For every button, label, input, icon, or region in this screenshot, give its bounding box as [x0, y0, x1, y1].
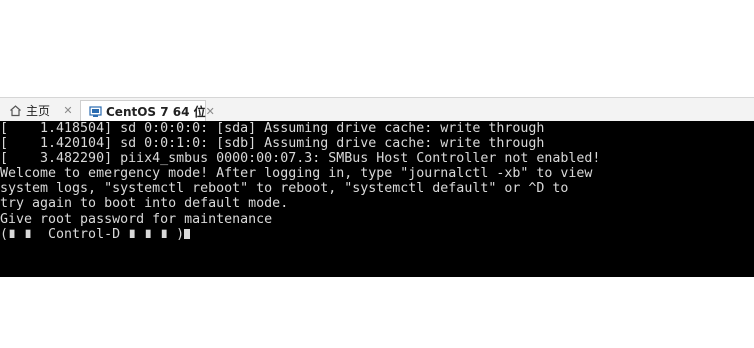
console-line: [ 3.482290] piix4_smbus 0000:00:07.3: SM…	[0, 151, 601, 167]
console-line: [ 1.420104] sd 0:0:1:0: [sdb] Assuming d…	[0, 136, 545, 152]
console-prompt: (∎ ∎ Control-D ∎ ∎ ∎ )	[0, 226, 185, 242]
close-icon[interactable]: ✕	[206, 105, 215, 118]
vm-console-screen[interactable]: [ 1.418504] sd 0:0:0:0: [sda] Assuming d…	[0, 121, 754, 277]
home-icon	[8, 104, 22, 118]
console-line: Welcome to emergency mode! After logging…	[0, 166, 593, 182]
tab-centos[interactable]: CentOS 7 64 位 ✕	[80, 100, 215, 121]
console-line: try again to boot into default mode.	[0, 196, 289, 212]
console-prompt-line: (∎ ∎ Control-D ∎ ∎ ∎ )	[0, 227, 754, 242]
text-cursor	[184, 228, 191, 239]
console-line: system logs, "systemctl reboot" to reboo…	[0, 181, 569, 197]
console-line: Give root password for maintenance	[0, 211, 273, 227]
tab-centos-label: CentOS 7 64 位	[106, 104, 206, 119]
console-line: [ 1.418504] sd 0:0:0:0: [sda] Assuming d…	[0, 121, 545, 136]
tab-home-label: 主页	[26, 104, 51, 118]
tab-home[interactable]: 主页 ✕	[0, 100, 80, 121]
close-icon[interactable]: ✕	[62, 104, 74, 117]
vm-window: 主页 ✕ CentOS 7 64 位 ✕ [ 1.418504] sd 0:0:…	[0, 0, 754, 348]
vm-console-icon	[89, 104, 102, 118]
tab-bar: 主页 ✕ CentOS 7 64 位 ✕	[0, 97, 754, 121]
